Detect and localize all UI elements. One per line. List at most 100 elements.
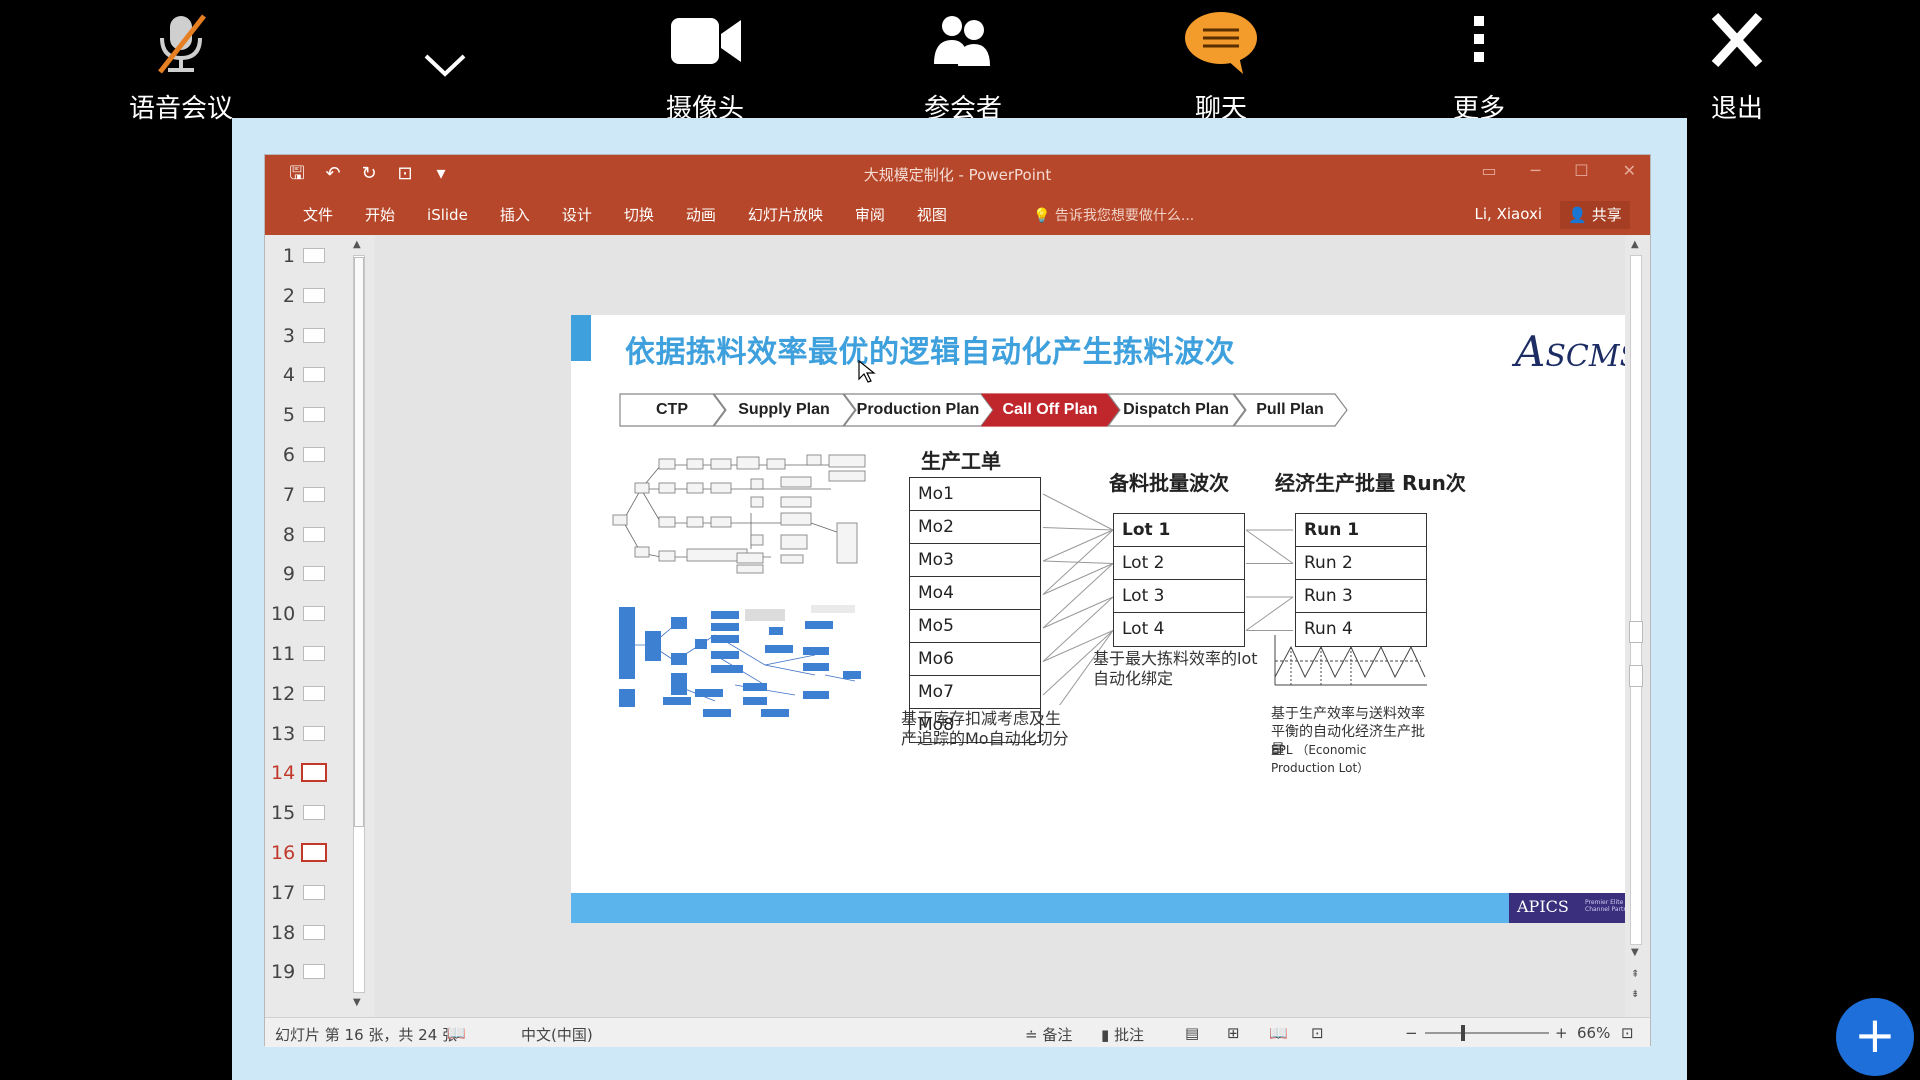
chevron-down-icon bbox=[424, 54, 466, 77]
slide-thumbnail[interactable]: 9 bbox=[265, 557, 335, 587]
flowchart-diagram-bottom bbox=[619, 605, 861, 717]
slide-number: 8 bbox=[282, 523, 295, 546]
zoom-slider-handle[interactable] bbox=[1461, 1025, 1465, 1041]
table-row: Lot 2 bbox=[1114, 547, 1244, 580]
slide-preview bbox=[303, 924, 325, 940]
ribbon-display-icon[interactable]: ▭ bbox=[1481, 161, 1496, 180]
notes-label: 备注 bbox=[1042, 1026, 1073, 1044]
flow-step: CTP bbox=[619, 393, 726, 427]
ribbon-tab[interactable]: 审阅 bbox=[839, 205, 901, 225]
slide-thumbnail[interactable]: 12 bbox=[265, 677, 335, 707]
editor-scroll-down-icon[interactable]: ▼ bbox=[1631, 947, 1639, 958]
normal-view-icon[interactable]: ▤ bbox=[1185, 1024, 1199, 1042]
flow-step: Production Plan bbox=[843, 393, 994, 427]
redo-icon[interactable]: ↻ bbox=[357, 163, 381, 185]
slide-thumbnail[interactable]: 19 bbox=[265, 955, 335, 985]
slide-preview bbox=[301, 843, 327, 862]
voice-meeting-button[interactable]: 语音会议 bbox=[106, 10, 256, 124]
editor-scroll-track bbox=[1630, 255, 1642, 945]
user-name[interactable]: Li, Xiaoxi bbox=[1475, 205, 1542, 223]
fit-to-window-icon[interactable]: ⊡ bbox=[1621, 1024, 1634, 1042]
zoom-level[interactable]: 66% bbox=[1577, 1024, 1610, 1042]
scroll-up-icon[interactable]: ▲ bbox=[353, 239, 361, 250]
ribbon-tab[interactable]: 开始 bbox=[349, 205, 411, 225]
slide-thumbnail[interactable]: 4 bbox=[265, 358, 335, 388]
exit-button[interactable]: 退出 bbox=[1662, 10, 1812, 124]
thumbnail-scrollbar[interactable]: ▲ ▼ bbox=[351, 239, 367, 1009]
save-icon[interactable]: 🖫 bbox=[285, 163, 309, 185]
zoom-out-icon[interactable]: − bbox=[1405, 1024, 1418, 1042]
spellcheck-icon[interactable]: 📖 bbox=[447, 1024, 466, 1042]
slide-thumbnail[interactable]: 14 bbox=[265, 756, 335, 786]
slide-sorter-icon[interactable]: ⊞ bbox=[1227, 1024, 1240, 1042]
ribbon-tab[interactable]: 视图 bbox=[901, 205, 963, 225]
present-icon[interactable]: ⊡ bbox=[393, 163, 417, 185]
slide-thumbnail[interactable]: 17 bbox=[265, 876, 335, 906]
connector-line bbox=[1245, 529, 1294, 564]
slide-thumbnail[interactable]: 18 bbox=[265, 916, 335, 946]
ribbon-tab[interactable]: 文件 bbox=[287, 205, 349, 225]
slide-canvas[interactable]: 依据拣料效率最优的逻辑自动化产生拣料波次 ASCMS CTP Supply Pla… bbox=[571, 315, 1649, 923]
ascms-logo: ASCMS bbox=[1515, 327, 1640, 376]
previous-slide-icon[interactable]: ⇞ bbox=[1631, 969, 1639, 980]
more-button[interactable]: 更多 bbox=[1404, 10, 1554, 124]
table-row: Mo4 bbox=[910, 577, 1040, 610]
camera-button[interactable]: 摄像头 bbox=[630, 10, 780, 124]
ribbon-tab[interactable]: 幻灯片放映 bbox=[732, 205, 839, 225]
slide-thumbnail[interactable]: 5 bbox=[265, 398, 335, 428]
connector-line bbox=[1042, 527, 1114, 531]
slide-thumbnail[interactable]: 8 bbox=[265, 518, 335, 548]
maximize-icon[interactable]: ☐ bbox=[1574, 161, 1588, 180]
slide-thumbnail[interactable]: 1 bbox=[265, 239, 335, 269]
reading-view-icon[interactable]: 📖 bbox=[1269, 1024, 1288, 1042]
add-floating-button[interactable]: + bbox=[1836, 998, 1914, 1076]
share-button[interactable]: 👤 共享 bbox=[1560, 201, 1630, 229]
quick-access-toolbar: 🖫 ↶ ↻ ⊡ ▾ bbox=[285, 163, 453, 185]
connector-line bbox=[1042, 596, 1114, 629]
customize-qat-icon[interactable]: ▾ bbox=[429, 163, 453, 185]
flow-step: Supply Plan bbox=[713, 393, 856, 427]
chat-button[interactable]: 聊天 bbox=[1146, 10, 1296, 124]
next-slide-icon[interactable]: ⇟ bbox=[1631, 989, 1639, 1000]
undo-icon[interactable]: ↶ bbox=[321, 163, 345, 185]
zoom-slider[interactable] bbox=[1425, 1032, 1549, 1034]
scroll-thumb[interactable] bbox=[354, 257, 364, 827]
participants-button[interactable]: 参会者 bbox=[888, 10, 1038, 124]
slide-thumbnail[interactable]: 2 bbox=[265, 279, 335, 309]
zoom-in-icon[interactable]: + bbox=[1555, 1024, 1568, 1042]
window-close-icon[interactable]: ✕ bbox=[1623, 161, 1636, 180]
ribbon-tab[interactable]: 插入 bbox=[484, 205, 546, 225]
minimize-icon[interactable]: ─ bbox=[1531, 161, 1541, 180]
comments-button[interactable]: ▮ 批注 bbox=[1101, 1024, 1144, 1045]
slide-preview bbox=[303, 646, 325, 661]
ribbon-tabs: 文件 开始 iSlide 插入 设计 切换 动画 幻灯片放映 审阅 视图 💡 告诉我您想要做什么.… bbox=[265, 195, 1650, 235]
slideshow-icon[interactable]: ⊡ bbox=[1311, 1024, 1324, 1042]
editor-scrollbar[interactable]: ▲ ▼ ⇞ ⇟ bbox=[1625, 235, 1649, 1017]
language-indicator[interactable]: 中文(中国) bbox=[521, 1024, 593, 1045]
editor-scroll-thumb-2[interactable] bbox=[1629, 665, 1643, 687]
tell-me-box[interactable]: 💡 告诉我您想要做什么... bbox=[1033, 205, 1194, 225]
chat-bubble-icon bbox=[1185, 12, 1257, 74]
slide-thumbnail[interactable]: 10 bbox=[265, 597, 335, 627]
ribbon-tab[interactable]: 设计 bbox=[546, 205, 608, 225]
editor-scroll-thumb[interactable] bbox=[1629, 621, 1643, 643]
slide-thumbnail[interactable]: 13 bbox=[265, 717, 335, 747]
slide-thumbnail[interactable]: 7 bbox=[265, 478, 335, 508]
flow-step-label: Production Plan bbox=[856, 401, 980, 418]
scroll-down-icon[interactable]: ▼ bbox=[353, 997, 361, 1008]
slide-thumbnail[interactable]: 3 bbox=[265, 319, 335, 349]
notes-button[interactable]: ≐ 备注 bbox=[1025, 1024, 1072, 1045]
slide-preview bbox=[301, 763, 327, 783]
slide-thumbnail[interactable]: 15 bbox=[265, 796, 335, 826]
slide-thumbnail[interactable]: 6 bbox=[265, 438, 335, 468]
editor-scroll-up-icon[interactable]: ▲ bbox=[1631, 239, 1639, 250]
ribbon-tab[interactable]: iSlide bbox=[411, 205, 484, 225]
ribbon-tab[interactable]: 动画 bbox=[670, 205, 732, 225]
slide-thumbnail[interactable]: 11 bbox=[265, 637, 335, 667]
slide-preview bbox=[303, 327, 325, 343]
slide-thumbnail[interactable]: 16 bbox=[265, 836, 335, 866]
slide-number: 13 bbox=[271, 722, 296, 745]
expand-chevron-button[interactable] bbox=[370, 10, 520, 118]
ribbon-tab[interactable]: 切换 bbox=[608, 205, 670, 225]
table-row: Mo5 bbox=[910, 610, 1040, 643]
